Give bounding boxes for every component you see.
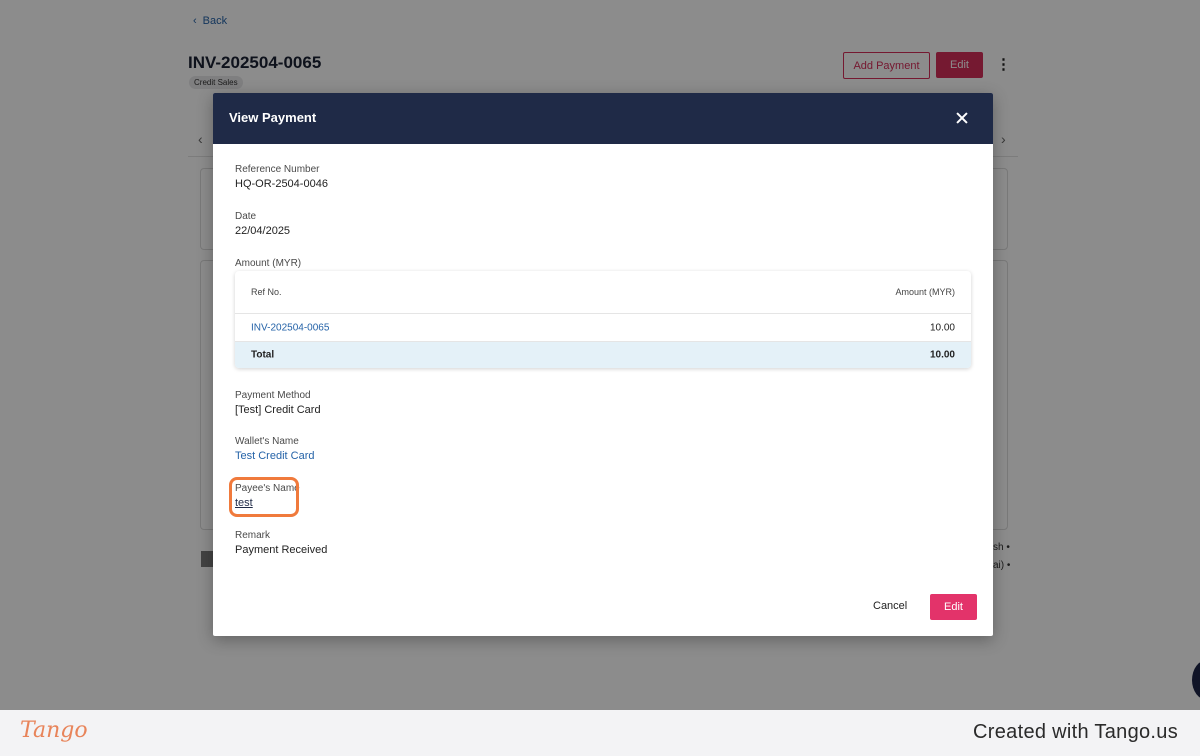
payment-table: Ref No. Amount (MYR) INV-202504-0065 10.… (235, 271, 971, 368)
reference-value: HQ-OR-2504-0046 (235, 178, 328, 190)
column-header-amount: Amount (MYR) (895, 287, 955, 297)
step-highlight (229, 477, 299, 517)
row-amount: 10.00 (929, 322, 955, 333)
total-value: 10.00 (929, 349, 955, 361)
table-header: Ref No. Amount (MYR) (235, 271, 971, 314)
table-total-row: Total 10.00 (235, 342, 971, 368)
reference-field: Reference Number HQ-OR-2504-0046 (235, 164, 328, 191)
remark-value: Payment Received (235, 544, 328, 556)
payment-method-value: [Test] Credit Card (235, 404, 321, 416)
remark-field: Remark Payment Received (235, 530, 327, 557)
date-value: 22/04/2025 (235, 225, 291, 237)
amount-field: Amount (MYR) (235, 258, 301, 270)
invoice-ref-link[interactable]: INV-202504-0065 (251, 322, 329, 333)
date-field: Date 22/04/2025 (235, 211, 290, 238)
remark-label: Remark (235, 530, 271, 541)
modal-title: View Payment (229, 110, 317, 125)
reference-label: Reference Number (235, 164, 320, 175)
modal-edit-button[interactable]: Edit (930, 594, 977, 620)
created-with-text: Created with Tango.us (973, 721, 1178, 743)
tango-logo: Tango (20, 718, 88, 743)
amount-label: Amount (MYR) (235, 258, 302, 269)
modal-header: View Payment (213, 93, 993, 144)
table-row: INV-202504-0065 10.00 (235, 314, 971, 342)
wallet-field: Wallet's Name Test Credit Card (235, 436, 314, 463)
payment-method-label: Payment Method (235, 390, 311, 401)
date-label: Date (235, 211, 257, 222)
total-label: Total (251, 349, 275, 361)
footer: Tango Created with Tango.us (0, 710, 1200, 756)
view-payment-modal: View Payment Reference Number HQ-OR-2504… (213, 93, 993, 636)
wallet-label: Wallet's Name (235, 436, 299, 447)
column-header-ref: Ref No. (251, 287, 282, 297)
payment-method-field: Payment Method [Test] Credit Card (235, 390, 321, 417)
wallet-link[interactable]: Test Credit Card (235, 449, 314, 463)
close-icon[interactable] (953, 109, 971, 127)
cancel-button[interactable]: Cancel (873, 600, 907, 612)
